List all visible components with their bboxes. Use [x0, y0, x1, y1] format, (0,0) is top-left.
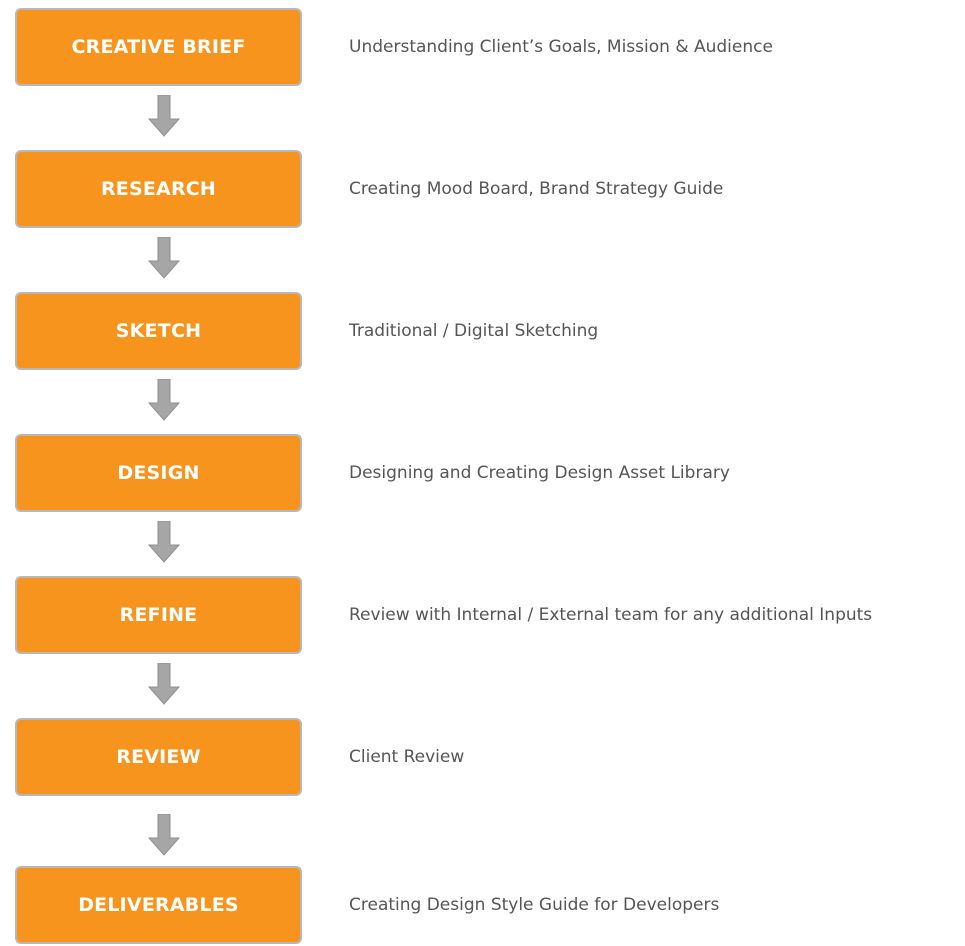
step-research: RESEARCH Creating Mood Board, Brand Stra… [0, 150, 965, 230]
step-refine: REFINE Review with Internal / External t… [0, 576, 965, 656]
step-sketch: SKETCH Traditional / Digital Sketching [0, 292, 965, 372]
step-description: Understanding Client’s Goals, Mission & … [349, 37, 773, 57]
step-deliverables: DELIVERABLES Creating Design Style Guide… [0, 866, 965, 946]
step-description: Creating Mood Board, Brand Strategy Guid… [349, 179, 724, 199]
step-creative-brief: CREATIVE BRIEF Understanding Client’s Go… [0, 8, 965, 88]
down-arrow-icon [148, 521, 180, 563]
step-description: Designing and Creating Design Asset Libr… [349, 463, 730, 483]
step-box: DELIVERABLES [15, 866, 302, 944]
down-arrow-icon [148, 379, 180, 421]
step-description: Review with Internal / External team for… [349, 605, 873, 625]
step-box: REVIEW [15, 718, 302, 796]
step-description: Client Review [349, 747, 465, 767]
step-box: CREATIVE BRIEF [15, 8, 302, 86]
step-box: DESIGN [15, 434, 302, 512]
step-description: Creating Design Style Guide for Develope… [349, 895, 720, 915]
down-arrow-icon [148, 663, 180, 705]
step-box: SKETCH [15, 292, 302, 370]
down-arrow-icon [148, 237, 180, 279]
step-design: DESIGN Designing and Creating Design Ass… [0, 434, 965, 514]
step-box: RESEARCH [15, 150, 302, 228]
step-description: Traditional / Digital Sketching [349, 321, 599, 341]
step-box: REFINE [15, 576, 302, 654]
step-review: REVIEW Client Review [0, 718, 965, 798]
down-arrow-icon [148, 814, 180, 856]
down-arrow-icon [148, 95, 180, 137]
